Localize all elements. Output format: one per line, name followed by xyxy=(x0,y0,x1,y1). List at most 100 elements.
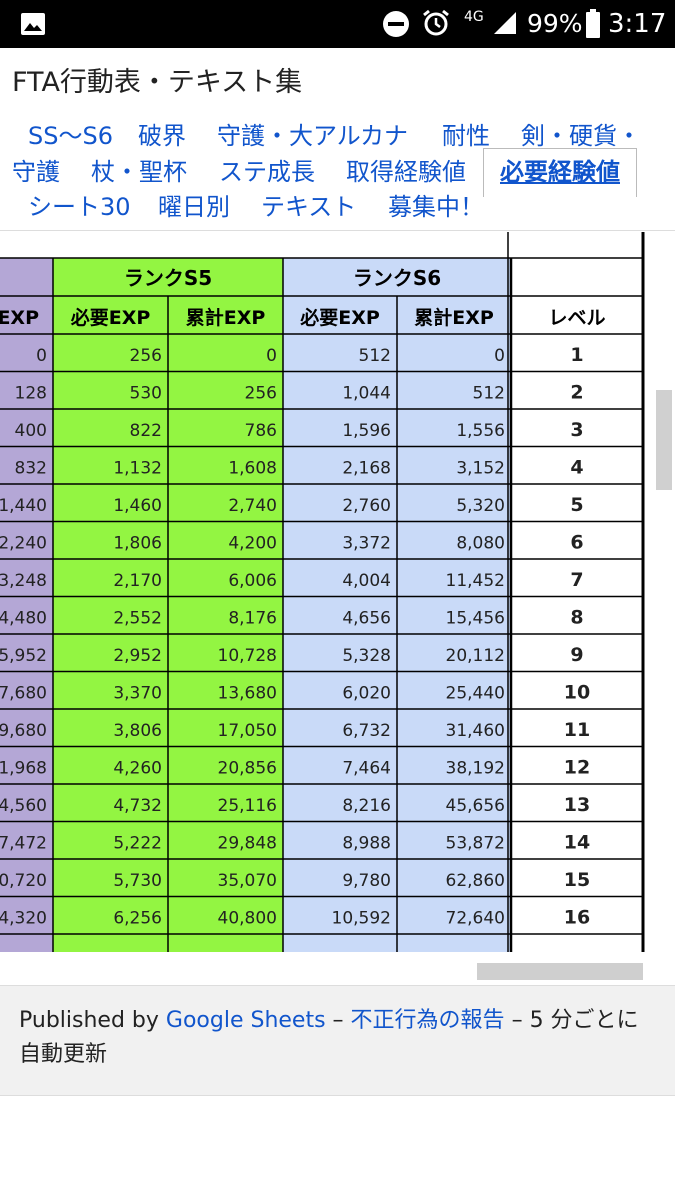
google-sheets-link[interactable]: Google Sheets xyxy=(166,1008,326,1033)
table-cell: 4 xyxy=(570,457,583,479)
table-cell: 6,732 xyxy=(342,721,391,741)
network-type: 4G xyxy=(464,9,484,25)
image-icon xyxy=(21,13,45,35)
column-header: 必要EXP xyxy=(70,306,151,329)
table-cell: 822 xyxy=(130,421,162,441)
table-cell: 29,848 xyxy=(218,834,277,854)
table-cell: 7,472 xyxy=(0,834,47,854)
tab-stat-growth[interactable]: ステ成長 xyxy=(219,157,315,187)
group-header-s5: ランクS5 xyxy=(124,266,212,290)
tab-acquired-exp[interactable]: 取得経験値 xyxy=(346,157,466,187)
spreadsheet-grid: ランクS5 ランクS6EXP 必要EXP 累計EXP 必要EXP 累計EXP レベル0 256… xyxy=(0,232,645,952)
table-cell: 6,006 xyxy=(228,571,277,591)
table-cell: 1,440 xyxy=(0,496,47,516)
vertical-scrollbar[interactable] xyxy=(656,390,672,490)
battery-percent: 99% xyxy=(527,9,583,38)
table-cell: 40,800 xyxy=(218,909,277,929)
table-cell: 4,656 xyxy=(342,609,391,629)
table-cell: 7,464 xyxy=(342,759,391,779)
tab-sheet30[interactable]: シート30 xyxy=(28,192,131,222)
tab-shugo[interactable]: 守護 xyxy=(12,157,60,187)
table-cell: 4,004 xyxy=(342,571,391,591)
table-cell: 256 xyxy=(130,346,162,366)
table-cell: 5,730 xyxy=(113,871,162,891)
table-cell: 1,968 xyxy=(0,759,47,779)
table-cell: 8,216 xyxy=(342,796,391,816)
document-header: FTA行動表・テキスト集 xyxy=(0,48,675,110)
group-header-s6: ランクS6 xyxy=(353,266,441,290)
table-cell: 62,860 xyxy=(446,871,505,891)
table-cell: 1 xyxy=(570,344,583,366)
spreadsheet-view[interactable]: ランクS5 ランクS6 EXP 必要EXP 累計EXP 必要EXP 累計EXP レベル 0 256… xyxy=(0,232,675,952)
table-cell: 400 xyxy=(15,421,47,441)
table-cell: 1,044 xyxy=(342,384,391,404)
table-cell: 4,480 xyxy=(0,609,47,629)
table-cell: 4,320 xyxy=(0,909,47,929)
table-cell: 1,460 xyxy=(113,496,162,516)
table-cell: 14 xyxy=(564,832,590,854)
column-header: EXP xyxy=(0,307,39,329)
column-header: 累計EXP xyxy=(186,306,266,329)
table-cell: 35,070 xyxy=(218,871,277,891)
table-cell: 20,856 xyxy=(218,759,277,779)
horizontal-scrollbar[interactable] xyxy=(477,963,643,980)
header-cell xyxy=(0,258,53,296)
table-cell: 5,952 xyxy=(0,646,47,666)
document-title: FTA行動表・テキスト集 xyxy=(12,67,303,98)
table-cell: 832 xyxy=(15,459,47,479)
tab-recruiting[interactable]: 募集中！ xyxy=(388,192,484,222)
table-cell: 1,132 xyxy=(113,459,162,479)
tab-ss-s6[interactable]: SS〜S6 xyxy=(28,121,113,151)
table-cell: 256 xyxy=(245,384,277,404)
table-cell: 2,952 xyxy=(113,646,162,666)
table-cell: 16 xyxy=(564,907,590,929)
sheet-tabs: SS〜S6 破界 守護・大アルカナ 耐性 剣・硬貨・ 守護 杖・聖杯 ステ成長 … xyxy=(0,110,675,231)
table-cell: 9 xyxy=(570,644,583,666)
table-cell: 25,440 xyxy=(446,684,505,704)
table-cell: 2,552 xyxy=(113,609,162,629)
table-cell: 10,728 xyxy=(218,646,277,666)
table-cell: 9,780 xyxy=(342,871,391,891)
tab-hakai[interactable]: 破界 xyxy=(138,121,186,151)
header-cell xyxy=(511,258,643,296)
table-cell: 8 xyxy=(570,607,583,629)
table-cell: 4,200 xyxy=(228,534,277,554)
tab-tsue-seihai[interactable]: 杖・聖杯 xyxy=(91,157,187,187)
table-cell: 7,680 xyxy=(0,684,47,704)
table-cell: 31,460 xyxy=(446,721,505,741)
table-cell: 4,260 xyxy=(113,759,162,779)
table-cell: 5,222 xyxy=(113,834,162,854)
table-cell: 12 xyxy=(564,757,590,779)
table-cell: 11 xyxy=(564,719,590,741)
table-cell: 2 xyxy=(570,382,583,404)
table-cell: 45,656 xyxy=(446,796,505,816)
table-cell: 5,320 xyxy=(456,496,505,516)
table-cell: 128 xyxy=(15,384,47,404)
tab-ken-kouka[interactable]: 剣・硬貨・ xyxy=(521,121,641,151)
tab-taisei[interactable]: 耐性 xyxy=(442,121,490,151)
tab-required-exp[interactable]: 必要経験値 xyxy=(500,157,620,187)
column-header: レベル xyxy=(548,307,605,329)
published-by-label: Published by xyxy=(19,1008,159,1033)
table-cell: 11,452 xyxy=(446,571,505,591)
tab-text[interactable]: テキスト xyxy=(261,192,356,222)
table-cell: 3,372 xyxy=(342,534,391,554)
table-cell: 3,370 xyxy=(113,684,162,704)
clock-time: 3:17 xyxy=(608,9,667,39)
table-cell: 2,168 xyxy=(342,459,391,479)
tab-by-weekday[interactable]: 曜日別 xyxy=(158,192,230,222)
table-cell: 38,192 xyxy=(446,759,505,779)
table-cell: 53,872 xyxy=(446,834,505,854)
column-header: 必要EXP xyxy=(299,306,380,329)
table-cell: 15,456 xyxy=(446,609,505,629)
footer-separator: – xyxy=(511,1008,523,1033)
table-cell: 20,112 xyxy=(446,646,505,666)
table-cell: 13,680 xyxy=(218,684,277,704)
report-abuse-link[interactable]: 不正行為の報告 xyxy=(351,1008,505,1033)
table-cell: 530 xyxy=(130,384,162,404)
tab-shugo-arcana[interactable]: 守護・大アルカナ xyxy=(217,121,408,151)
signal-icon xyxy=(494,12,516,34)
table-cell: 512 xyxy=(473,384,505,404)
table-cell: 0 xyxy=(494,346,505,366)
table-cell: 17,050 xyxy=(218,721,277,741)
